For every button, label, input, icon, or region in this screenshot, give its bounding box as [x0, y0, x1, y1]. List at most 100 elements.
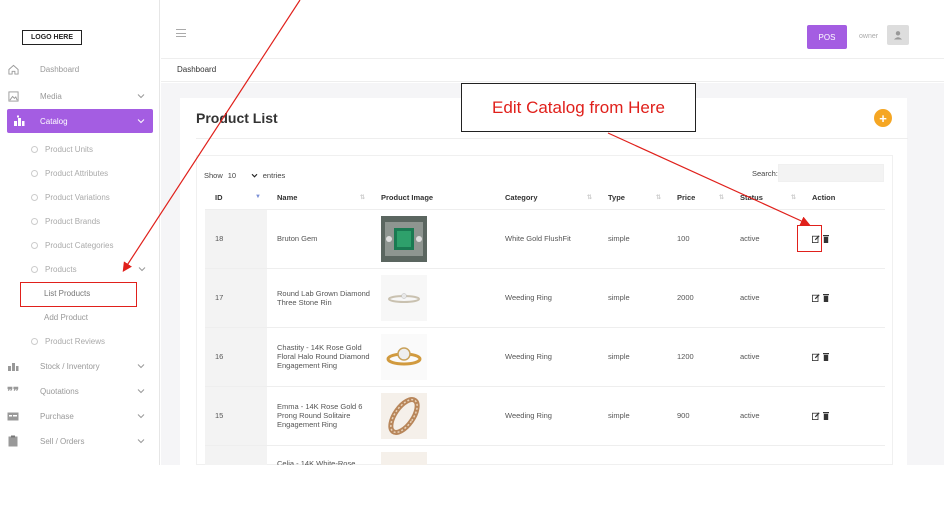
- cell-price: [667, 444, 730, 465]
- cell-price: 1200: [667, 326, 730, 386]
- cell-id: 18: [205, 208, 267, 268]
- sidebar-subitem-product-variations[interactable]: Product Variations: [31, 193, 110, 202]
- logo: LOGO HERE: [22, 30, 82, 45]
- sidebar-item-purchase[interactable]: Purchase: [0, 404, 153, 428]
- cell-category: White Gold FlushFit: [495, 208, 598, 268]
- column-header-price[interactable]: Price ⇅: [667, 187, 730, 209]
- chevron-down-icon: [138, 265, 146, 274]
- sidebar-item-label: Quotations: [40, 386, 79, 396]
- trash-icon[interactable]: [823, 411, 829, 420]
- app-window: LOGO HERE Dashboard Media Catalog Produc…: [0, 0, 944, 465]
- product-image: [381, 392, 427, 439]
- table-row: 17 Round Lab Grown Diamond Three Stone R…: [205, 267, 885, 327]
- product-image: [381, 333, 427, 380]
- cell-name: Emma - 14K Rose Gold 6 Prong Round Solit…: [267, 385, 371, 445]
- chevron-down-icon: [137, 117, 145, 126]
- sort-icon: ⇅: [790, 195, 796, 201]
- sidebar-item-sell-orders[interactable]: Sell / Orders: [0, 429, 153, 453]
- cell-id: [205, 444, 267, 465]
- sidebar-subitem-product-reviews[interactable]: Product Reviews: [31, 337, 105, 346]
- breadcrumb[interactable]: Dashboard: [177, 65, 216, 74]
- page-title: Product List: [196, 110, 278, 126]
- circle-icon: [31, 218, 38, 225]
- cell-action: [802, 444, 885, 465]
- add-product-button[interactable]: +: [874, 109, 892, 127]
- annotation-callout: Edit Catalog from Here: [461, 83, 696, 132]
- search-input[interactable]: [778, 164, 884, 182]
- sidebar-item-dashboard[interactable]: Dashboard: [0, 57, 153, 81]
- cell-image: [371, 385, 495, 445]
- cell-status: active: [730, 267, 802, 327]
- page-size-select[interactable]: 10: [226, 169, 260, 181]
- cell-name: Bruton Gem: [267, 208, 371, 268]
- sidebar-item-label: Stock / Inventory: [40, 361, 100, 371]
- trash-icon[interactable]: [823, 293, 829, 302]
- cell-image: [371, 208, 495, 268]
- sidebar-item-label: Dashboard: [40, 64, 80, 74]
- chevron-down-icon: [137, 412, 145, 421]
- cell-price: 2000: [667, 267, 730, 327]
- column-header-category[interactable]: Category ⇅: [495, 187, 598, 209]
- user-icon: [894, 31, 902, 40]
- product-table: ID ▼ Name ⇅ Product Image Category ⇅ Type ⇅ …: [205, 187, 885, 465]
- cell-category: Weeding Ring: [495, 326, 598, 386]
- purchase-icon: [7, 410, 19, 422]
- column-header-name[interactable]: Name ⇅: [267, 187, 371, 209]
- divider: [196, 138, 908, 139]
- circle-icon: [31, 266, 38, 273]
- sidebar-subitem-product-attributes[interactable]: Product Attributes: [31, 169, 108, 178]
- pos-button[interactable]: POS: [807, 25, 847, 49]
- menu-toggle-icon[interactable]: [176, 29, 186, 37]
- trash-icon[interactable]: [823, 352, 829, 361]
- table-row: Celia - 14K White-Rose: [205, 444, 885, 465]
- sidebar-item-media[interactable]: Media: [0, 84, 153, 108]
- plus-icon: +: [879, 110, 887, 126]
- edit-icon[interactable]: [812, 293, 820, 302]
- highlight-edit-action: [797, 225, 822, 252]
- sidebar-item-label: Sell / Orders: [40, 436, 85, 446]
- sidebar-subitem-products[interactable]: Products: [31, 265, 146, 274]
- cell-image: [371, 267, 495, 327]
- search-label: Search:: [752, 169, 778, 178]
- page-size-control: Show 10 entries: [204, 169, 286, 181]
- catalog-icon: [13, 115, 25, 127]
- cell-type: simple: [598, 326, 667, 386]
- cell-type: [598, 444, 667, 465]
- column-header-type[interactable]: Type ⇅: [598, 187, 667, 209]
- column-header-id[interactable]: ID ▼: [205, 187, 267, 209]
- avatar[interactable]: [887, 25, 909, 45]
- chevron-down-icon: [137, 362, 145, 371]
- cell-category: Weeding Ring: [495, 267, 598, 327]
- sidebar-item-quotations[interactable]: ❞❞ Quotations: [0, 379, 153, 403]
- edit-icon[interactable]: [812, 411, 820, 420]
- chevron-down-icon: [251, 173, 258, 178]
- sort-icon: ▼: [255, 194, 261, 200]
- sidebar-subitem-product-brands[interactable]: Product Brands: [31, 217, 100, 226]
- edit-icon[interactable]: [812, 352, 820, 361]
- column-header-status[interactable]: Status ⇅: [730, 187, 802, 209]
- sort-icon: ⇅: [359, 195, 365, 201]
- sidebar-item-label: Media: [40, 91, 62, 101]
- cell-status: active: [730, 326, 802, 386]
- sidebar-subitem-product-categories[interactable]: Product Categories: [31, 241, 113, 250]
- clipboard-icon: [7, 435, 19, 447]
- cell-price: 900: [667, 385, 730, 445]
- cell-status: [730, 444, 802, 465]
- cell-type: simple: [598, 385, 667, 445]
- circle-icon: [31, 338, 38, 345]
- circle-icon: [31, 146, 38, 153]
- circle-icon: [31, 242, 38, 249]
- sidebar-item-catalog[interactable]: Catalog: [7, 109, 153, 133]
- cell-status: active: [730, 208, 802, 268]
- table-row: 16 Chastity - 14K Rose Gold Floral Halo …: [205, 326, 885, 386]
- sidebar-subitem-product-units[interactable]: Product Units: [31, 145, 93, 154]
- sidebar-item-stock[interactable]: Stock / Inventory: [0, 354, 153, 378]
- cell-type: simple: [598, 208, 667, 268]
- trash-icon[interactable]: [823, 234, 829, 243]
- cell-type: simple: [598, 267, 667, 327]
- circle-icon: [31, 194, 38, 201]
- cell-id: 17: [205, 267, 267, 327]
- sidebar-subitem-add-product[interactable]: Add Product: [44, 313, 88, 322]
- cell-status: active: [730, 385, 802, 445]
- user-name[interactable]: owner: [859, 33, 878, 40]
